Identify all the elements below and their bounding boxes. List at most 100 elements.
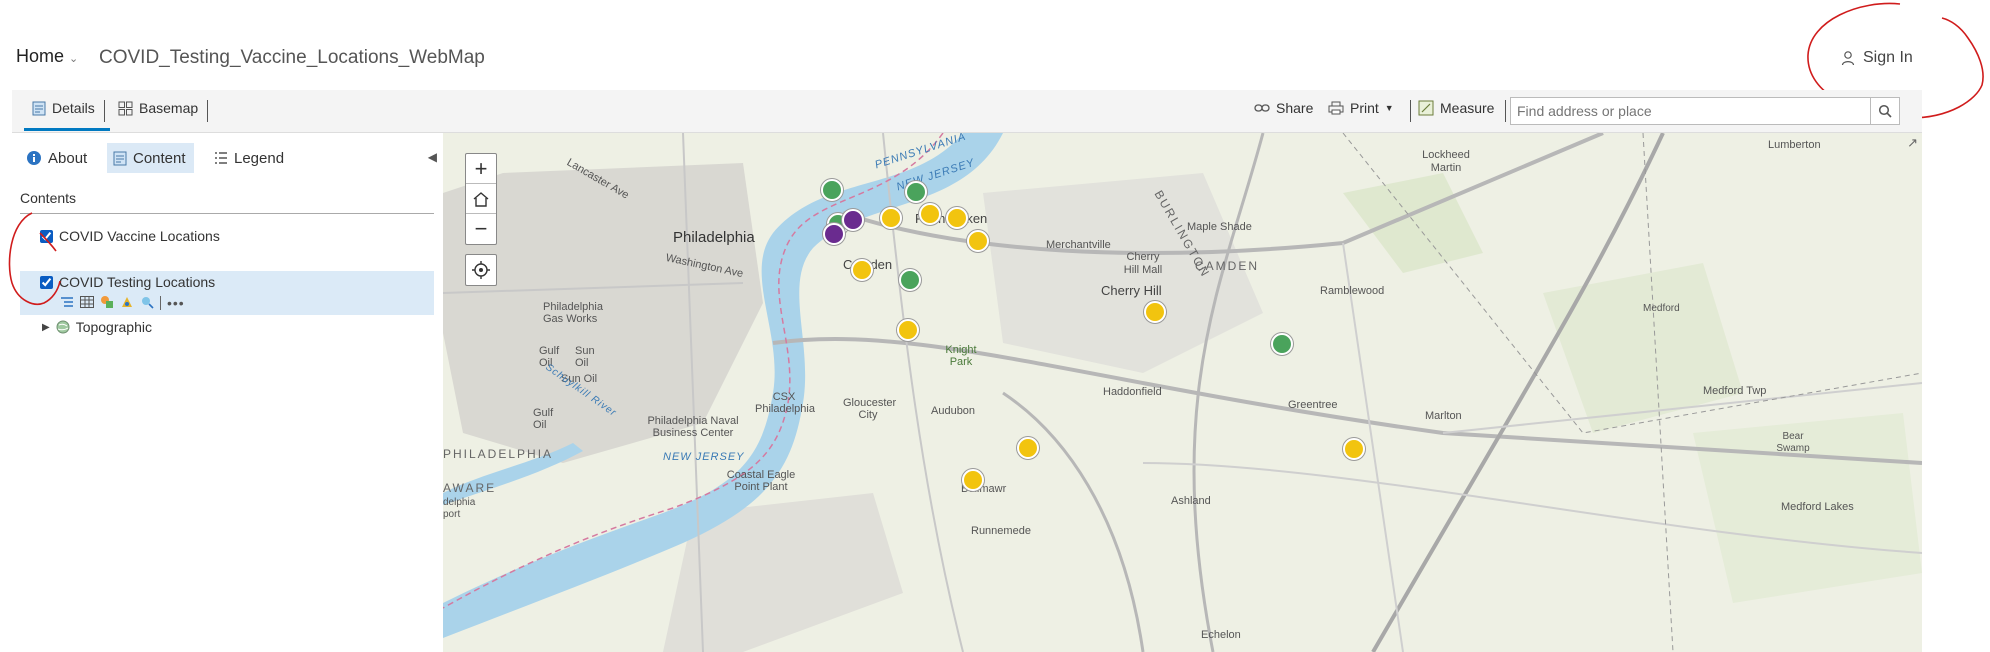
tab-legend-label: Legend: [234, 149, 285, 167]
user-icon: [1841, 51, 1855, 66]
tab-about[interactable]: About: [20, 143, 93, 173]
legend-icon: [215, 152, 227, 164]
map-label-new-jersey-south: NEW JERSEY: [663, 451, 745, 463]
printer-icon: [1328, 101, 1344, 115]
map-label-maple-shade: Maple Shade: [1187, 221, 1252, 233]
vaccine-location-marker[interactable]: [905, 181, 927, 203]
zoom-controls: + −: [465, 153, 497, 245]
testing-location-marker[interactable]: [919, 203, 941, 225]
map-view[interactable]: Philadelphia Camden Pennsauken Merchantv…: [443, 133, 1922, 652]
map-label-bear-swamp: Bear Swamp: [1776, 431, 1810, 454]
divider: [20, 213, 434, 214]
toolbar-separator: [104, 100, 105, 122]
tab-content-label: Content: [133, 149, 186, 167]
tab-legend[interactable]: Legend: [208, 143, 290, 173]
expand-caret-icon[interactable]: ▶: [42, 322, 50, 333]
map-label-philadelphia-county: PHILADELPHIA: [443, 447, 554, 461]
map-label-csx: CSX Philadelphia: [755, 391, 815, 415]
basemap-icon: [118, 101, 133, 115]
tab-about-label: About: [48, 149, 88, 167]
tab-content[interactable]: Content: [107, 143, 194, 173]
map-label-audubon: Audubon: [931, 405, 976, 417]
layer-name[interactable]: COVID Vaccine Locations: [59, 228, 220, 244]
map-label-medford-twp: Medford Twp: [1703, 385, 1767, 397]
home-label: Home: [16, 46, 65, 66]
map-label-cherry-hill-mall: Cherry Hill Mall: [1123, 251, 1163, 276]
testing-location-marker[interactable]: [880, 207, 902, 229]
locate-icon: [472, 261, 490, 279]
change-style-icon[interactable]: [100, 295, 114, 312]
map-label-ashland: Ashland: [1171, 495, 1211, 507]
perform-analysis-icon[interactable]: [120, 295, 134, 312]
layer-tools: •••: [60, 293, 434, 313]
testing-location-marker[interactable]: [946, 207, 968, 229]
toolbar-separator: [207, 100, 208, 122]
search-input[interactable]: [1511, 98, 1883, 124]
vaccine-location-marker[interactable]: [821, 179, 843, 201]
map-toolbar: Details Basemap Share Print ▼ Measure: [12, 90, 1922, 133]
search-button[interactable]: [1870, 98, 1899, 124]
home-menu[interactable]: Home ⌄: [16, 46, 78, 67]
details-active-indicator: [24, 128, 110, 131]
map-label-gulf-oil-2: Gulf Oil: [533, 407, 554, 431]
zoom-in-button[interactable]: +: [466, 154, 496, 184]
measure-label: Measure: [1440, 100, 1495, 116]
vaccine-location-marker[interactable]: [899, 269, 921, 291]
toolbar-separator: [1505, 100, 1506, 122]
filter-icon[interactable]: [140, 295, 154, 312]
map-label-phila-naval: Philadelphia Naval Business Center: [647, 415, 739, 439]
link-icon: [1254, 104, 1270, 112]
print-button[interactable]: Print ▼: [1328, 100, 1394, 116]
layer-visibility-checkbox[interactable]: [40, 229, 53, 243]
map-label-marlton: Marlton: [1425, 410, 1462, 422]
more-options-icon[interactable]: •••: [167, 295, 185, 311]
map-label-ramblewood: Ramblewood: [1320, 285, 1385, 297]
attribute-table-icon[interactable]: [80, 295, 94, 311]
layer-visibility-checkbox[interactable]: [40, 275, 53, 289]
testing-location-marker[interactable]: [897, 319, 919, 341]
sign-in-button[interactable]: Sign In: [1841, 49, 1913, 67]
info-icon: [27, 151, 41, 165]
testing-location-marker[interactable]: [962, 469, 984, 491]
map-label-gloucester-city: Gloucester City: [843, 397, 897, 421]
map-label-haddonfield: Haddonfield: [1103, 386, 1162, 398]
layer-item-selected: COVID Testing Locations •••: [20, 271, 434, 315]
measure-icon: [1418, 100, 1434, 116]
zoom-out-button[interactable]: −: [466, 214, 496, 244]
home-extent-button[interactable]: [466, 184, 496, 214]
testing-location-marker[interactable]: [851, 259, 873, 281]
basemap-button[interactable]: Basemap: [118, 100, 198, 116]
layer-list-icon[interactable]: [60, 295, 74, 311]
map-label-lumberton: Lumberton: [1768, 139, 1821, 151]
multi-location-marker[interactable]: [842, 209, 864, 231]
app-header: Home ⌄ COVID_Testing_Vaccine_Locations_We…: [0, 0, 1990, 119]
layer-name[interactable]: COVID Testing Locations: [59, 274, 215, 290]
tools-separator: [160, 296, 161, 310]
map-label-sun-oil: Sun Oil: [575, 345, 595, 369]
locate-button[interactable]: [465, 254, 497, 286]
map-label-greentree: Greentree: [1288, 399, 1338, 411]
panel-tabs: About Content Legend: [12, 143, 442, 173]
map-label-medford: Medford: [1643, 303, 1680, 314]
layer-name[interactable]: Topographic: [76, 319, 152, 335]
details-button[interactable]: Details: [32, 100, 95, 116]
vaccine-location-marker[interactable]: [1271, 333, 1293, 355]
measure-button[interactable]: Measure: [1418, 100, 1494, 116]
expand-map-icon[interactable]: ↗: [1907, 135, 1918, 151]
map-label-cherry-hill: Cherry Hill: [1101, 283, 1162, 298]
testing-location-marker[interactable]: [1017, 437, 1039, 459]
search-icon: [1878, 104, 1892, 118]
testing-location-marker[interactable]: [1144, 301, 1166, 323]
chevron-down-icon: ⌄: [69, 53, 79, 65]
layer-item: ▶ Topographic: [20, 316, 434, 338]
testing-location-marker[interactable]: [967, 230, 989, 252]
multi-location-marker[interactable]: [823, 223, 845, 245]
share-button[interactable]: Share: [1254, 100, 1313, 116]
search-box: [1510, 97, 1900, 125]
collapse-panel-icon[interactable]: ◀: [428, 150, 437, 164]
print-label: Print: [1350, 100, 1379, 116]
map-label-delaware: AWARE: [443, 481, 497, 495]
testing-location-marker[interactable]: [1343, 438, 1365, 460]
details-label: Details: [52, 100, 95, 116]
map-label-phila-gas-works: Philadelphia Gas Works: [543, 301, 603, 325]
